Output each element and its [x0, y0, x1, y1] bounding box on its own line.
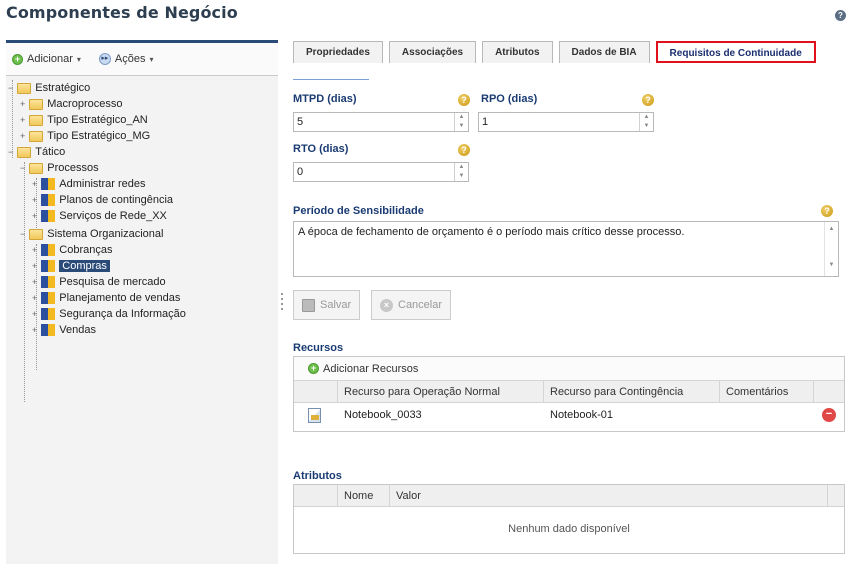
- help-icon[interactable]: ?: [458, 94, 470, 106]
- folder-icon: [29, 228, 44, 240]
- stepper-arrows[interactable]: ▲ ▼: [454, 113, 468, 131]
- column-header[interactable]: Nome: [338, 485, 390, 506]
- add-resources-button[interactable]: + Adicionar Recursos: [308, 363, 418, 375]
- column-header[interactable]: Comentários: [720, 381, 814, 402]
- resources-grid: + Adicionar Recursos Recurso para Operaç…: [293, 356, 845, 432]
- column-header[interactable]: Recurso para Contingência: [544, 381, 720, 402]
- component-icon: [41, 324, 56, 336]
- tree-node-macroprocesso[interactable]: + Macroprocesso: [20, 96, 122, 112]
- tree-node-estrategico[interactable]: − Estratégico: [8, 80, 90, 96]
- tree-node-compras[interactable]: + Compras: [32, 258, 110, 274]
- stepper-arrows[interactable]: ▲ ▼: [454, 163, 468, 181]
- save-button[interactable]: Salvar: [293, 290, 361, 320]
- tree-node-processos[interactable]: − Processos: [20, 160, 99, 176]
- rto-stepper[interactable]: 0 ▲ ▼: [293, 162, 469, 182]
- tree: − Estratégico + Macroprocesso + Tipo Est…: [6, 76, 278, 402]
- textarea-scrollbar[interactable]: ▲ ▼: [824, 222, 838, 276]
- component-icon: [41, 260, 56, 272]
- save-icon: [302, 298, 315, 312]
- tab-propriedades[interactable]: Propriedades: [293, 41, 383, 63]
- folder-icon: [29, 114, 44, 126]
- tab-underline: [293, 79, 369, 80]
- folder-icon: [29, 130, 44, 142]
- mtpd-label: MTPD (dias): [293, 93, 357, 105]
- help-icon[interactable]: ?: [821, 205, 833, 217]
- column-header[interactable]: Valor: [390, 485, 828, 506]
- tree-node-vendas[interactable]: + Vendas: [32, 322, 96, 338]
- add-icon: +: [12, 53, 23, 65]
- component-icon: [41, 178, 56, 190]
- tree-toolbar: + Adicionar ▾ ▸▸ Ações ▾: [6, 43, 278, 76]
- component-icon: [41, 276, 56, 288]
- mtpd-stepper[interactable]: 5 ▲ ▼: [293, 112, 469, 132]
- component-icon: [41, 244, 56, 256]
- attributes-title: Atributos: [293, 470, 342, 482]
- resources-title: Recursos: [293, 342, 344, 354]
- actions-dropdown-button[interactable]: ▸▸ Ações ▾: [98, 53, 154, 65]
- actions-icon: ▸▸: [98, 53, 111, 65]
- page-title: Componentes de Negócio: [6, 3, 238, 22]
- help-icon[interactable]: ?: [642, 94, 654, 106]
- empty-message: Nenhum dado disponível: [508, 523, 630, 535]
- chevron-down-icon: ▾: [149, 54, 154, 64]
- sensitivity-label: Período de Sensibilidade: [293, 205, 424, 217]
- component-icon: [41, 292, 56, 304]
- edit-document-icon[interactable]: [308, 407, 321, 423]
- panel-splitter[interactable]: [280, 290, 284, 340]
- tree-node-planejamento-de-vendas[interactable]: + Planejamento de vendas: [32, 290, 180, 306]
- component-icon: [41, 194, 56, 206]
- tree-node-tipo-estrategico-an[interactable]: + Tipo Estratégico_AN: [20, 112, 148, 128]
- tree-node-administrar-redes[interactable]: + Administrar redes: [32, 176, 145, 192]
- resources-toolbar: + Adicionar Recursos: [294, 357, 844, 381]
- tree-panel: + Adicionar ▾ ▸▸ Ações ▾ − Estratégico +…: [6, 40, 278, 564]
- component-icon: [41, 210, 56, 222]
- tree-node-servicos-de-rede[interactable]: + Serviços de Rede_XX: [32, 208, 167, 224]
- tab-associacoes[interactable]: Associações: [388, 41, 477, 63]
- tab-requisitos-de-continuidade[interactable]: Requisitos de Continuidade: [655, 41, 816, 63]
- help-icon[interactable]: ?: [835, 10, 846, 21]
- folder-icon: [17, 82, 32, 94]
- remove-icon[interactable]: −: [822, 408, 836, 422]
- help-icon[interactable]: ?: [458, 144, 470, 156]
- resources-header: Recurso para Operação Normal Recurso par…: [294, 381, 844, 403]
- tree-node-cobrancas[interactable]: + Cobranças: [32, 242, 112, 258]
- tab-atributos[interactable]: Atributos: [482, 41, 553, 63]
- rpo-stepper[interactable]: 1 ▲ ▼: [478, 112, 654, 132]
- tree-node-pesquisa-de-mercado[interactable]: + Pesquisa de mercado: [32, 274, 166, 290]
- attributes-grid: Nome Valor Nenhum dado disponível: [293, 484, 845, 554]
- attributes-header: Nome Valor: [294, 485, 844, 507]
- component-icon: [41, 308, 56, 320]
- column-header[interactable]: Recurso para Operação Normal: [338, 381, 544, 402]
- chevron-down-icon: ▾: [76, 54, 81, 64]
- tree-node-tatico[interactable]: − Tático: [8, 144, 65, 160]
- tab-dados-de-bia[interactable]: Dados de BIA: [558, 41, 650, 63]
- tree-node-seguranca-da-informacao[interactable]: + Segurança da Informação: [32, 306, 186, 322]
- actions-label: Ações: [114, 53, 146, 65]
- rto-label: RTO (dias): [293, 143, 349, 155]
- cancel-icon: ×: [380, 298, 393, 312]
- cancel-button[interactable]: × Cancelar: [371, 290, 452, 320]
- folder-icon: [17, 146, 32, 158]
- folder-icon: [29, 98, 44, 110]
- add-label: Adicionar: [27, 53, 73, 65]
- rpo-label: RPO (dias): [481, 93, 538, 105]
- table-row[interactable]: Notebook_0033 Notebook-01 −: [294, 403, 844, 427]
- tree-node-sistema-organizacional[interactable]: − Sistema Organizacional: [20, 226, 163, 242]
- tree-node-tipo-estrategico-mg[interactable]: + Tipo Estratégico_MG: [20, 128, 150, 144]
- add-dropdown-button[interactable]: + Adicionar ▾: [12, 53, 81, 65]
- folder-icon: [29, 162, 44, 174]
- tree-node-planos-de-contingencia[interactable]: + Planos de contingência: [32, 192, 173, 208]
- stepper-arrows[interactable]: ▲ ▼: [639, 113, 653, 131]
- add-icon: +: [308, 363, 319, 374]
- tab-bar: Propriedades Associações Atributos Dados…: [293, 41, 816, 63]
- sensitivity-textarea[interactable]: A época de fechamento de orçamento é o p…: [293, 221, 839, 277]
